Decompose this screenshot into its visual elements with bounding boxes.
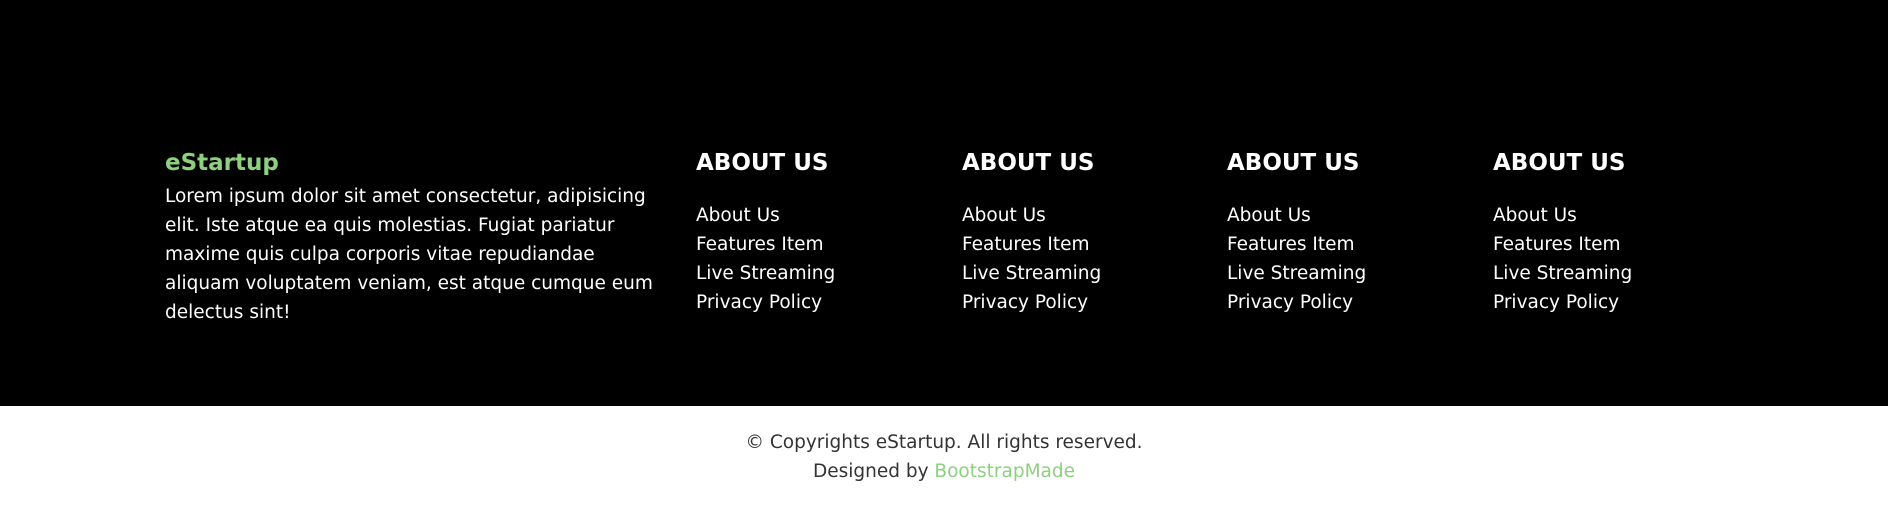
list-item: About Us (1227, 201, 1467, 230)
column-heading: ABOUT US (1493, 150, 1626, 176)
column-heading: ABOUT US (1227, 150, 1360, 176)
footer-column-2: ABOUT US About Us Features Item Live Str… (962, 148, 1202, 317)
list-item: About Us (1493, 201, 1733, 230)
list-item: Features Item (1493, 230, 1733, 259)
footer-link-live-streaming[interactable]: Live Streaming (962, 259, 1101, 288)
footer-link-privacy-policy[interactable]: Privacy Policy (1493, 288, 1619, 317)
footer-link-about-us[interactable]: About Us (962, 201, 1046, 230)
list-item: Privacy Policy (962, 288, 1202, 317)
credits-text: Designed by BootstrapMade (0, 457, 1888, 486)
footer-bottom: © Copyrights eStartup. All rights reserv… (0, 406, 1888, 517)
footer-link-list: About Us Features Item Live Streaming Pr… (1493, 201, 1733, 317)
copyright-text: © Copyrights eStartup. All rights reserv… (745, 432, 1143, 453)
footer-link-about-us[interactable]: About Us (696, 201, 780, 230)
list-item: Live Streaming (696, 259, 936, 288)
footer-link-features-item[interactable]: Features Item (696, 230, 824, 259)
footer-column-1: ABOUT US About Us Features Item Live Str… (696, 148, 936, 317)
footer-link-list: About Us Features Item Live Streaming Pr… (1227, 201, 1467, 317)
footer-top: eStartup Lorem ipsum dolor sit amet cons… (0, 0, 1888, 406)
brand-column: eStartup Lorem ipsum dolor sit amet cons… (165, 148, 655, 327)
list-item: Live Streaming (1493, 259, 1733, 288)
brand-name: eStartup (165, 150, 279, 176)
list-item: Features Item (1227, 230, 1467, 259)
footer-link-live-streaming[interactable]: Live Streaming (1227, 259, 1366, 288)
list-item: Privacy Policy (1493, 288, 1733, 317)
list-item: Privacy Policy (696, 288, 936, 317)
list-item: Live Streaming (1227, 259, 1467, 288)
footer-link-list: About Us Features Item Live Streaming Pr… (962, 201, 1202, 317)
footer-link-list: About Us Features Item Live Streaming Pr… (696, 201, 936, 317)
credits-prefix: Designed by (812, 461, 935, 482)
list-item: About Us (962, 201, 1202, 230)
list-item: Features Item (696, 230, 936, 259)
designer-link[interactable]: BootstrapMade (934, 461, 1075, 482)
footer-link-features-item[interactable]: Features Item (1227, 230, 1355, 259)
footer-link-live-streaming[interactable]: Live Streaming (1493, 259, 1632, 288)
brand-description: Lorem ipsum dolor sit amet consectetur, … (165, 186, 653, 323)
footer-link-features-item[interactable]: Features Item (1493, 230, 1621, 259)
footer-link-privacy-policy[interactable]: Privacy Policy (696, 288, 822, 317)
list-item: Features Item (962, 230, 1202, 259)
footer-column-4: ABOUT US About Us Features Item Live Str… (1493, 148, 1733, 317)
list-item: About Us (696, 201, 936, 230)
footer-link-about-us[interactable]: About Us (1493, 201, 1577, 230)
column-heading: ABOUT US (696, 150, 829, 176)
footer-link-privacy-policy[interactable]: Privacy Policy (962, 288, 1088, 317)
footer-link-features-item[interactable]: Features Item (962, 230, 1090, 259)
footer-link-live-streaming[interactable]: Live Streaming (696, 259, 835, 288)
footer-column-3: ABOUT US About Us Features Item Live Str… (1227, 148, 1467, 317)
footer-link-about-us[interactable]: About Us (1227, 201, 1311, 230)
list-item: Live Streaming (962, 259, 1202, 288)
list-item: Privacy Policy (1227, 288, 1467, 317)
column-heading: ABOUT US (962, 150, 1095, 176)
footer-link-privacy-policy[interactable]: Privacy Policy (1227, 288, 1353, 317)
